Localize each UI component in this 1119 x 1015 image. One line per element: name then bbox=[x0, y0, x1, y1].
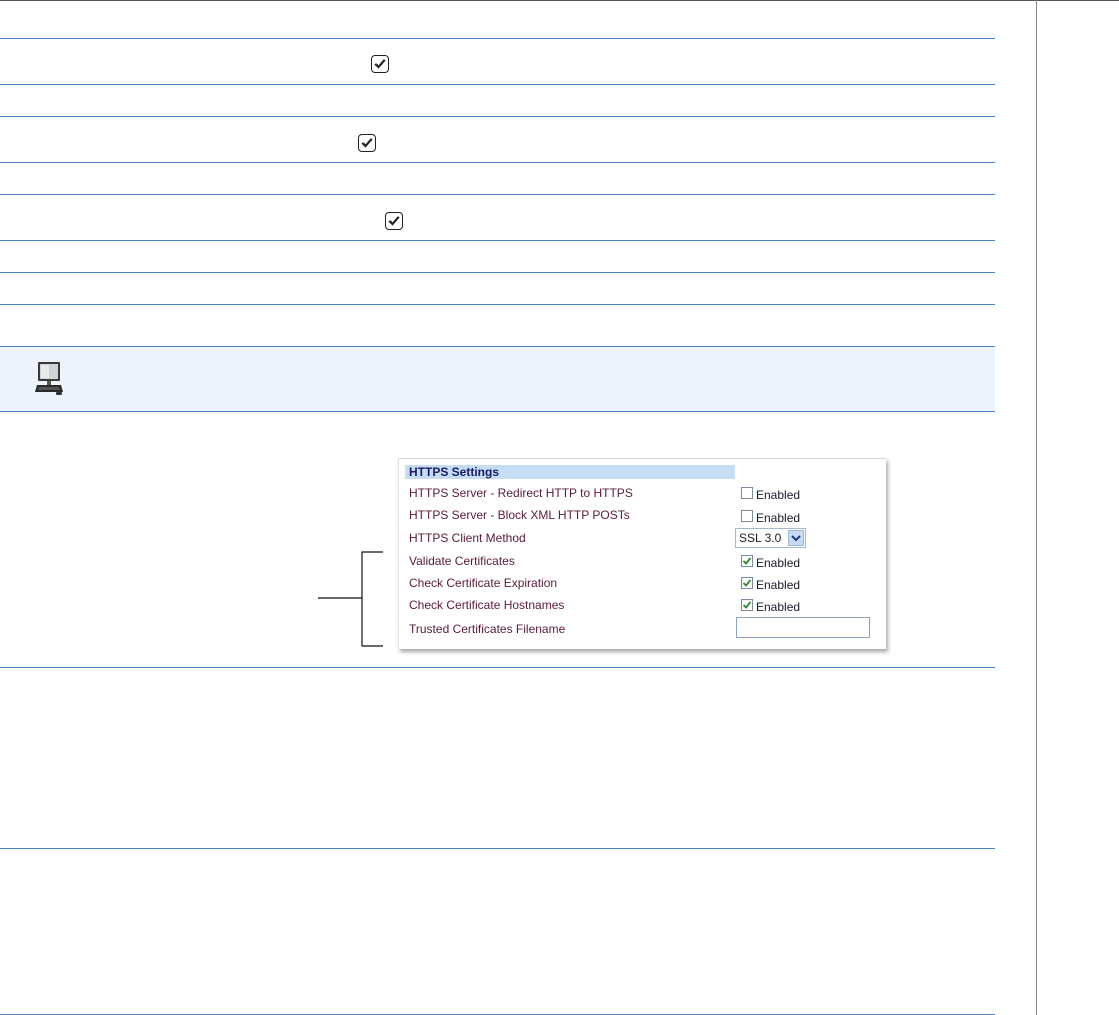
setting-label: Validate Certificates bbox=[409, 554, 515, 568]
table-rule bbox=[0, 162, 995, 163]
setting-label: HTTPS Server - Block XML HTTP POSTs bbox=[409, 508, 630, 522]
block-xml-posts-checkbox[interactable] bbox=[741, 510, 753, 522]
setting-label: HTTPS Client Method bbox=[409, 531, 526, 545]
note-band bbox=[0, 347, 995, 411]
chevron-down-icon[interactable] bbox=[788, 530, 804, 546]
setting-label: Trusted Certificates Filename bbox=[409, 622, 566, 636]
callout-bracket bbox=[318, 551, 383, 647]
table-rule bbox=[0, 304, 995, 305]
check-hostnames-checkbox[interactable] bbox=[741, 599, 753, 611]
client-method-select[interactable]: SSL 3.0 bbox=[735, 528, 806, 548]
table-rule bbox=[0, 272, 995, 273]
checkbox-label: Enabled bbox=[756, 578, 801, 592]
setting-label: Check Certificate Hostnames bbox=[409, 598, 565, 612]
panel-header: HTTPS Settings bbox=[405, 465, 735, 479]
select-value: SSL 3.0 bbox=[739, 531, 782, 545]
table-rule bbox=[0, 848, 995, 849]
https-settings-panel: HTTPS Settings HTTPS Server - Redirect H… bbox=[398, 458, 886, 649]
setting-label: HTTPS Server - Redirect HTTP to HTTPS bbox=[409, 486, 633, 500]
check-mark-icon bbox=[371, 55, 389, 73]
trusted-certificates-filename-field[interactable] bbox=[736, 617, 870, 638]
check-expiration-checkbox[interactable] bbox=[741, 577, 753, 589]
computer-icon bbox=[34, 361, 64, 400]
table-rule bbox=[0, 240, 995, 241]
table-rule bbox=[0, 411, 995, 412]
validate-certificates-checkbox[interactable] bbox=[741, 555, 753, 567]
check-mark-icon bbox=[385, 212, 403, 230]
table-rule bbox=[0, 84, 995, 85]
checkbox-label: Enabled bbox=[756, 600, 801, 614]
setting-label: Check Certificate Expiration bbox=[409, 576, 558, 590]
redirect-http-checkbox[interactable] bbox=[741, 487, 753, 499]
table-rule bbox=[0, 667, 995, 668]
page-top-rule bbox=[0, 0, 1119, 1]
table-rule bbox=[0, 38, 995, 39]
table-rule bbox=[0, 116, 995, 117]
table-rule bbox=[0, 194, 995, 195]
page-side-rule bbox=[1036, 0, 1037, 1015]
checkbox-label: Enabled bbox=[756, 511, 801, 525]
checkbox-label: Enabled bbox=[756, 556, 801, 570]
check-mark-icon bbox=[358, 134, 376, 152]
checkbox-label: Enabled bbox=[756, 488, 801, 502]
